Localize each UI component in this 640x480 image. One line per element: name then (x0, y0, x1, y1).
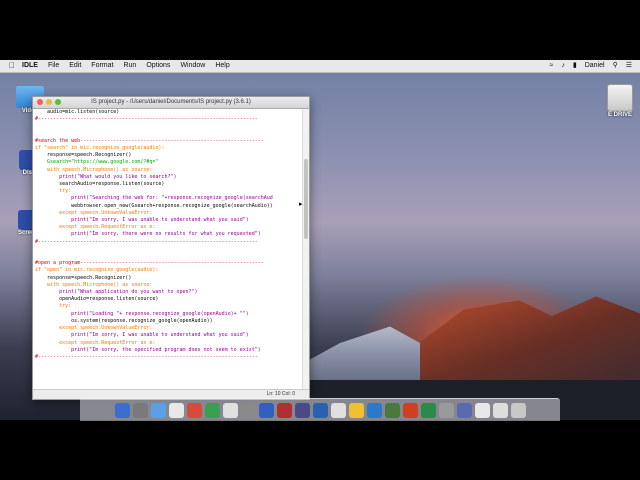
menu-format[interactable]: Format (91, 60, 113, 72)
idle-editor-window: IS project.py - /Users/daniel/Documents/… (32, 96, 310, 400)
dock-app-icon[interactable] (240, 402, 256, 418)
dock-app-icon[interactable] (168, 402, 184, 418)
mouse-cursor: ▸ (299, 201, 303, 208)
battery-icon[interactable]: ▮ (573, 60, 577, 72)
dock-app-icon[interactable] (312, 402, 328, 418)
menu-status-area: ≈ ♪ ▮ Daniel ⚲ ☰ (550, 60, 632, 72)
code-line: #open a program-------------------------… (35, 260, 264, 267)
code-line: print("What application do you want to o… (35, 289, 198, 296)
dock-app-icon[interactable] (114, 402, 130, 418)
wifi-icon[interactable]: ≈ (550, 60, 554, 72)
code-line: #search the web-------------------------… (35, 137, 264, 144)
drive-icon (607, 84, 633, 112)
dock-app-icon[interactable] (258, 402, 274, 418)
user-name[interactable]: Daniel (585, 60, 605, 72)
dock-app-icon[interactable] (204, 402, 220, 418)
vertical-scrollbar[interactable] (302, 109, 309, 389)
dock-app-icon[interactable] (222, 402, 238, 418)
dock-app-icon[interactable] (492, 402, 508, 418)
code-line: response=speech.Recognizer() (35, 274, 132, 281)
menu-app-name[interactable]: IDLE (22, 60, 38, 72)
dock-app-icon[interactable] (294, 402, 310, 418)
code-line: try: (35, 188, 72, 195)
close-button[interactable] (37, 99, 43, 105)
menu-list-icon[interactable]: ☰ (626, 60, 632, 72)
dock-app-icon[interactable] (456, 402, 472, 418)
code-line: print("What would you like to search?") (35, 173, 177, 180)
code-line: print("Im sorry, there were no results f… (35, 231, 261, 238)
dock-app-icon[interactable] (132, 402, 148, 418)
code-line: searchAudio=response.listen(source) (35, 181, 165, 188)
apple-menu-icon[interactable]:  (9, 60, 15, 72)
code-line: except speech.RequestError as e: (35, 339, 156, 346)
code-line: audio=mic.listen(source) (35, 109, 120, 115)
code-line: except speech.UnkownValueError: (35, 209, 153, 216)
code-line: with speech.Microphone() as source: (35, 166, 153, 173)
dock-app-icon[interactable] (150, 402, 166, 418)
desktop-drive-e[interactable]: E DRIVE (604, 84, 636, 118)
search-icon[interactable]: ⚲ (613, 60, 618, 72)
code-line: #---------------------------------------… (35, 238, 258, 245)
desktop-icon-label: E DRIVE (607, 112, 632, 118)
dock-app-icon[interactable] (366, 402, 382, 418)
menu-options[interactable]: Options (146, 60, 170, 72)
code-line: response=speech.Recognizer() (35, 152, 132, 159)
code-line: print("Im sorry, I was unable to underst… (35, 332, 249, 339)
dock-app-icon[interactable] (348, 402, 364, 418)
code-line: if "search" in mic.recognize_google(audi… (35, 145, 165, 152)
cursor-position: Ln: 10 Col: 0 (266, 391, 295, 397)
code-line: #---------------------------------------… (35, 116, 258, 123)
code-line: print("Loading "+ response.recognize_goo… (35, 310, 249, 317)
code-line: Gsearch="https://www.google.com/?#q=" (35, 159, 159, 166)
window-title: IS project.py - /Users/daniel/Documents/… (91, 99, 251, 105)
menu-file[interactable]: File (48, 60, 59, 72)
menu-window[interactable]: Window (180, 60, 205, 72)
minimize-button[interactable] (46, 99, 52, 105)
window-controls (37, 99, 61, 105)
dock-app-icon[interactable] (474, 402, 490, 418)
code-line: openAudio=response.listen(source) (35, 296, 159, 303)
menu-help[interactable]: Help (215, 60, 229, 72)
dock-app-icon[interactable] (420, 402, 436, 418)
dock-app-icon[interactable] (384, 402, 400, 418)
code-line: try: (35, 303, 72, 310)
dock (80, 398, 560, 421)
dock-app-icon[interactable] (276, 402, 292, 418)
code-line: print("Searching the web for: "+response… (35, 195, 273, 202)
maximize-button[interactable] (55, 99, 61, 105)
menu-run[interactable]: Run (123, 60, 136, 72)
menu-bar:  IDLE File Edit Format Run Options Wind… (0, 60, 640, 73)
dock-app-icon[interactable] (330, 402, 346, 418)
window-titlebar[interactable]: IS project.py - /Users/daniel/Documents/… (33, 97, 309, 109)
code-line: except speech.RequestError as e: (35, 224, 156, 231)
code-line: with speech.Microphone() as source: (35, 281, 153, 288)
code-editor[interactable]: audio=mic.listen(source) #---------------… (33, 109, 305, 389)
code-line: if "open" in mic.recognize_google(audio)… (35, 267, 159, 274)
code-line: except speech.UnkownValueError: (35, 325, 153, 332)
dock-app-icon[interactable] (402, 402, 418, 418)
dock-app-icon[interactable] (438, 402, 454, 418)
scroll-thumb[interactable] (304, 159, 308, 239)
menu-edit[interactable]: Edit (69, 60, 81, 72)
menu-items: IDLE File Edit Format Run Options Window… (22, 60, 230, 72)
code-line: print("Im sorry, I was unable to underst… (35, 217, 249, 224)
code-line: os.system(response.recognize_google(open… (35, 317, 213, 324)
dock-app-icon[interactable] (510, 402, 526, 418)
volume-icon[interactable]: ♪ (561, 60, 565, 72)
code-line: #---------------------------------------… (35, 353, 258, 360)
code-line: print("Im sorry, the specified program d… (35, 346, 261, 353)
code-line: webbrowser.open_new(Gsearch+response.rec… (35, 202, 273, 209)
dock-app-icon[interactable] (186, 402, 202, 418)
